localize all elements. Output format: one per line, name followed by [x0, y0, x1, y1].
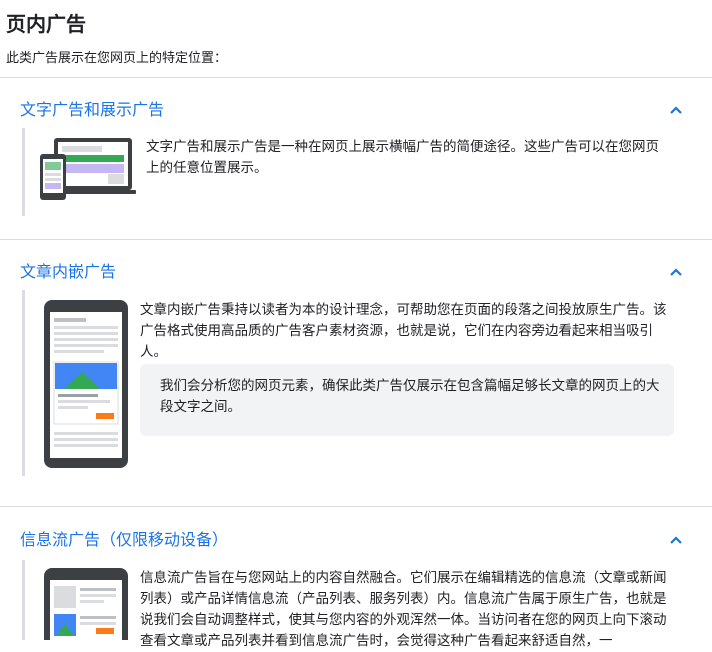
- section-left-bar: [22, 128, 25, 216]
- section-title-in-article-ads[interactable]: 文章内嵌广告: [20, 258, 116, 282]
- section-description: 文章内嵌广告秉持以读者为本的设计理念，可帮助您在页面的段落之间投放原生广告。该广…: [140, 302, 667, 360]
- section-title-in-feed-ads[interactable]: 信息流广告（仅限移动设备）: [20, 526, 228, 550]
- section-left-bar: [22, 560, 25, 640]
- devices-display-ad-icon: [40, 138, 136, 200]
- section-title-display-ads[interactable]: 文字广告和展示广告: [20, 96, 164, 120]
- divider-2: [0, 506, 712, 507]
- chevron-up-icon[interactable]: [666, 100, 686, 120]
- section-description: 信息流广告旨在与您网站上的内容自然融合。它们展示在编辑精选的信息流（文章或新闻列…: [140, 570, 667, 649]
- section-left-bar: [22, 290, 25, 476]
- page-title: 页内广告: [6, 12, 86, 36]
- divider-1: [0, 239, 712, 240]
- info-note-text: 我们会分析您的网页元素，确保此类广告仅展示在包含篇幅足够长文章的网页上的大段文字…: [160, 378, 660, 415]
- page-subtitle: 此类广告展示在您网页上的特定位置：: [6, 51, 228, 66]
- section-description: 文字广告和展示广告是一种在网页上展示横幅广告的简便途径。这些广告可以在您网页上的…: [146, 139, 659, 176]
- chevron-up-icon[interactable]: [666, 530, 686, 550]
- info-note: 我们会分析您的网页元素，确保此类广告仅展示在包含篇幅足够长文章的网页上的大段文字…: [140, 364, 674, 436]
- chevron-up-icon[interactable]: [666, 262, 686, 282]
- phone-in-feed-ad-icon: [44, 568, 128, 640]
- divider-top: [0, 77, 712, 78]
- phone-in-article-ad-icon: [44, 300, 128, 468]
